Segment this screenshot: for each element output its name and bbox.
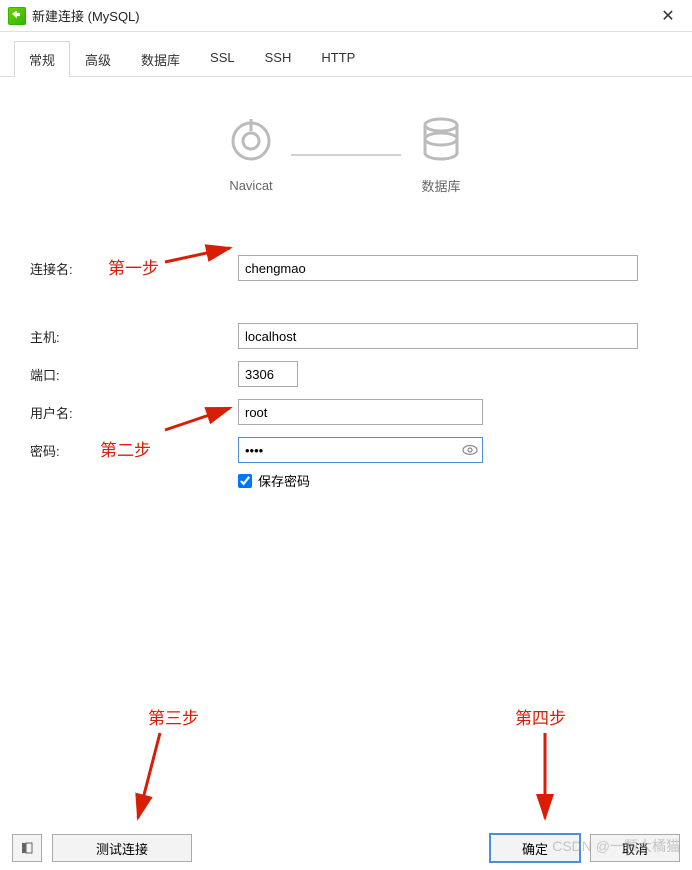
cancel-button[interactable]: 取消 <box>590 834 680 862</box>
user-input[interactable] <box>238 399 483 425</box>
test-connection-button[interactable]: 测试连接 <box>52 834 192 862</box>
eye-icon[interactable] <box>458 438 482 462</box>
ok-button[interactable]: 确定 <box>490 834 580 862</box>
pwd-input[interactable] <box>239 438 458 462</box>
port-input[interactable] <box>238 361 298 387</box>
titlebar: 新建连接 (MySQL) ✕ <box>0 0 692 32</box>
navicat-label: Navicat <box>229 178 272 193</box>
tabs: 常规 高级 数据库 SSL SSH HTTP <box>0 40 692 77</box>
pwd-input-wrap <box>238 437 483 463</box>
port-label: 端口: <box>28 365 238 384</box>
save-pwd-row[interactable]: 保存密码 <box>238 471 664 490</box>
connector-line <box>291 154 401 156</box>
app-icon <box>8 7 26 25</box>
bottom-bar: 测试连接 确定 取消 <box>0 834 692 862</box>
save-pwd-checkbox[interactable] <box>238 474 252 488</box>
window-title: 新建连接 (MySQL) <box>32 6 652 25</box>
pwd-label: 密码: <box>28 441 238 460</box>
host-input[interactable] <box>238 323 638 349</box>
conn-name-label: 连接名: <box>28 259 238 278</box>
host-label: 主机: <box>28 327 238 346</box>
tab-ssl[interactable]: SSL <box>195 41 250 77</box>
tab-http[interactable]: HTTP <box>306 41 370 77</box>
collapse-button[interactable] <box>12 834 42 862</box>
save-pwd-label: 保存密码 <box>258 471 310 490</box>
close-icon[interactable]: ✕ <box>652 2 684 30</box>
database-icon <box>417 115 465 166</box>
tab-ssh[interactable]: SSH <box>250 41 307 77</box>
logo-row: Navicat 数据库 <box>28 115 664 195</box>
tab-general[interactable]: 常规 <box>14 41 70 77</box>
conn-name-input[interactable] <box>238 255 638 281</box>
annotation-step4: 第四步 <box>515 704 566 729</box>
user-label: 用户名: <box>28 403 238 422</box>
database-label: 数据库 <box>421 176 460 195</box>
tab-database[interactable]: 数据库 <box>126 41 195 77</box>
navicat-icon <box>227 117 275 168</box>
annotation-step3: 第三步 <box>148 704 199 729</box>
tab-advanced[interactable]: 高级 <box>70 41 126 77</box>
